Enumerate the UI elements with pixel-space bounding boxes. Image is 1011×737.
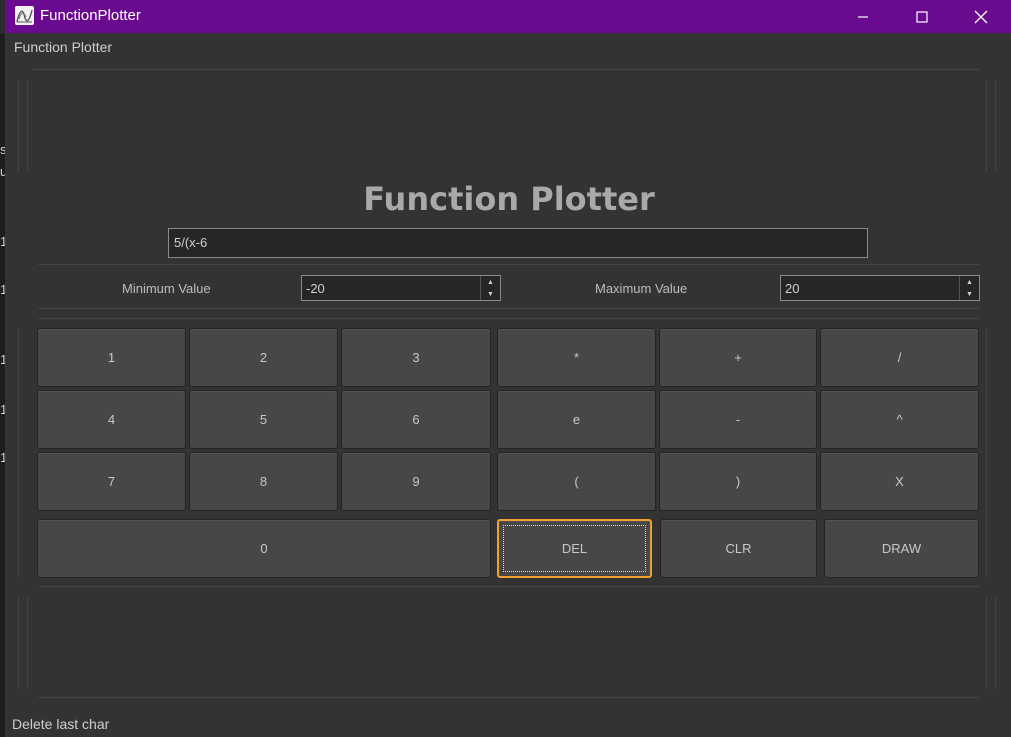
max-spin-arrows: ▲ ▼ [959,276,979,300]
chevron-down-icon[interactable]: ▼ [960,288,979,300]
power-button[interactable]: ^ [820,390,979,449]
maximize-icon [916,10,928,23]
open-paren-button[interactable]: ( [497,452,656,511]
key-1-button[interactable]: 1 [37,328,186,387]
key-8-button[interactable]: 8 [189,452,338,511]
menu-function-plotter[interactable]: Function Plotter [14,39,112,55]
divider [38,308,980,309]
chevron-up-icon[interactable]: ▲ [960,276,979,288]
divider [986,80,987,172]
divider [38,264,980,265]
divider [18,597,19,689]
divider [27,597,28,689]
status-bar-text: Delete last char [12,716,110,732]
divider [995,597,996,689]
title-bar[interactable]: FunctionPlotter [6,0,1011,33]
max-value-text: 20 [785,281,800,296]
key-0-button[interactable]: 0 [37,519,491,578]
draw-button[interactable]: DRAW [824,519,979,578]
multiply-button[interactable]: * [497,328,656,387]
key-3-button[interactable]: 3 [341,328,491,387]
app-plot-icon [15,6,34,25]
divider [38,697,980,698]
divider [18,328,19,578]
min-spin-arrows: ▲ ▼ [480,276,500,300]
close-icon [974,10,988,23]
key-5-button[interactable]: 5 [189,390,338,449]
close-paren-button[interactable]: ) [659,452,817,511]
key-4-button[interactable]: 4 [37,390,186,449]
key-9-button[interactable]: 9 [341,452,491,511]
max-value-label: Maximum Value [595,281,688,296]
delete-button[interactable]: DEL [497,519,652,578]
divider [986,597,987,689]
minimize-icon [858,15,868,18]
minimize-button[interactable] [840,0,886,33]
divider [986,328,987,578]
variable-x-button[interactable]: X [820,452,979,511]
clear-button[interactable]: CLR [660,519,817,578]
divider [38,318,980,319]
key-6-button[interactable]: 6 [341,390,491,449]
divider [18,80,19,172]
close-button[interactable] [958,0,1004,33]
max-value-spinbox[interactable]: 20 ▲ ▼ [780,275,980,301]
expression-input[interactable]: 5/(x-6 [168,228,868,258]
divider [38,586,980,587]
min-value-label: Minimum Value [122,281,211,296]
chevron-down-icon[interactable]: ▼ [481,288,500,300]
min-value-text: -20 [306,281,325,296]
maximize-button[interactable] [899,0,945,33]
chevron-up-icon[interactable]: ▲ [481,276,500,288]
app-window: FunctionPlotter Function Plotter Functio… [5,0,1011,737]
divider [32,69,980,70]
window-title: FunctionPlotter [40,7,141,24]
divide-button[interactable]: / [820,328,979,387]
plus-button[interactable]: + [659,328,817,387]
key-2-button[interactable]: 2 [189,328,338,387]
key-7-button[interactable]: 7 [37,452,186,511]
min-value-spinbox[interactable]: -20 ▲ ▼ [301,275,501,301]
divider [995,80,996,172]
page-title: Function Plotter [363,180,655,218]
minus-button[interactable]: - [659,390,817,449]
divider [27,80,28,172]
euler-button[interactable]: e [497,390,656,449]
